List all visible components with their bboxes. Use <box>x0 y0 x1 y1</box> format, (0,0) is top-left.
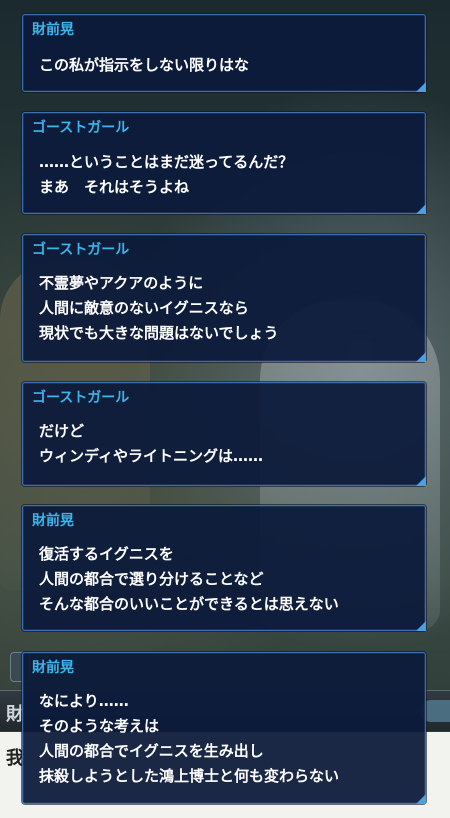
dialogue-lines: 復活するイグニスを 人間の都合で選り分けることなど そんな都合のいいことができる… <box>39 542 339 617</box>
speaker-name: ゴーストガール <box>32 390 130 406</box>
dialogue-line: 人間の都合でイグニスを生み出し <box>39 742 264 760</box>
dialogue-lines: なにより…… そのような考えは 人間の都合でイグニスを生み出し 抹殺しようとした… <box>39 689 339 789</box>
dialogue-line: この私が指示をしない限りはな <box>39 56 250 74</box>
dialogue-lines: ……ということはまだ迷ってるんだ？ まあ それはそうよね <box>39 150 293 200</box>
dialogue-line: だけど <box>39 422 85 440</box>
scene-background: 財 我 財前晃 この私が指示をしない限りはな ゴーストガール ……ということはま… <box>0 0 450 818</box>
bubble-corner-icon <box>416 204 426 214</box>
dialogue-line: 復活するイグニスを <box>39 545 174 563</box>
dialogue-line: 人間の都合で選り分けることなど <box>39 570 264 588</box>
bubble-corner-icon <box>416 82 426 92</box>
speaker-name: ゴーストガール <box>32 242 130 258</box>
bubble-corner-icon <box>416 352 426 362</box>
dialogue-line: まあ それはそうよね <box>39 178 190 196</box>
dialogue-line: 人間に敵意のないイグニスなら <box>39 299 249 317</box>
dialogue-log[interactable]: 財前晃 この私が指示をしない限りはな ゴーストガール ……ということはまだ迷って… <box>0 0 450 818</box>
bubble-corner-icon <box>416 621 426 631</box>
bubble-corner-icon <box>416 794 426 804</box>
dialogue-line: そんな都合のいいことができるとは思えない <box>39 595 339 613</box>
speaker-name: 財前晃 <box>32 22 74 38</box>
dialogue-line: ……ということはまだ迷ってるんだ？ <box>39 153 294 171</box>
log-entry: ゴーストガール 不霊夢やアクアのように 人間に敵意のないイグニスなら 現状でも大… <box>22 234 426 362</box>
dialogue-lines: この私が指示をしない限りはな <box>39 53 249 78</box>
dialogue-line: ウィンディやライトニングは…… <box>39 447 263 465</box>
log-entry: 財前晃 復活するイグニスを 人間の都合で選り分けることなど そんな都合のいいこと… <box>22 505 426 631</box>
speaker-name: ゴーストガール <box>32 120 130 136</box>
dialogue-line: 不霊夢やアクアのように <box>39 274 204 292</box>
dialogue-lines: 不霊夢やアクアのように 人間に敵意のないイグニスなら 現状でも大きな問題はないで… <box>39 271 279 346</box>
dialogue-line: なにより…… <box>39 692 129 710</box>
log-entry: ゴーストガール だけど ウィンディやライトニングは…… <box>22 382 426 486</box>
dialogue-lines: だけど ウィンディやライトニングは…… <box>39 419 263 469</box>
log-entry: 財前晃 この私が指示をしない限りはな <box>22 14 426 92</box>
speaker-name: 財前晃 <box>32 513 74 529</box>
dialogue-line: 現状でも大きな問題はないでしょう <box>39 324 279 342</box>
log-entry: ゴーストガール ……ということはまだ迷ってるんだ？ まあ それはそうよね <box>22 112 426 214</box>
dialogue-line: 抹殺しようとした鴻上博士と何も変わらない <box>39 767 340 785</box>
dialogue-line: そのような考えは <box>39 717 160 735</box>
speaker-name: 財前晃 <box>32 660 74 676</box>
log-entry: 財前晃 なにより…… そのような考えは 人間の都合でイグニスを生み出し 抹殺しよ… <box>22 652 426 804</box>
bubble-corner-icon <box>416 476 426 486</box>
